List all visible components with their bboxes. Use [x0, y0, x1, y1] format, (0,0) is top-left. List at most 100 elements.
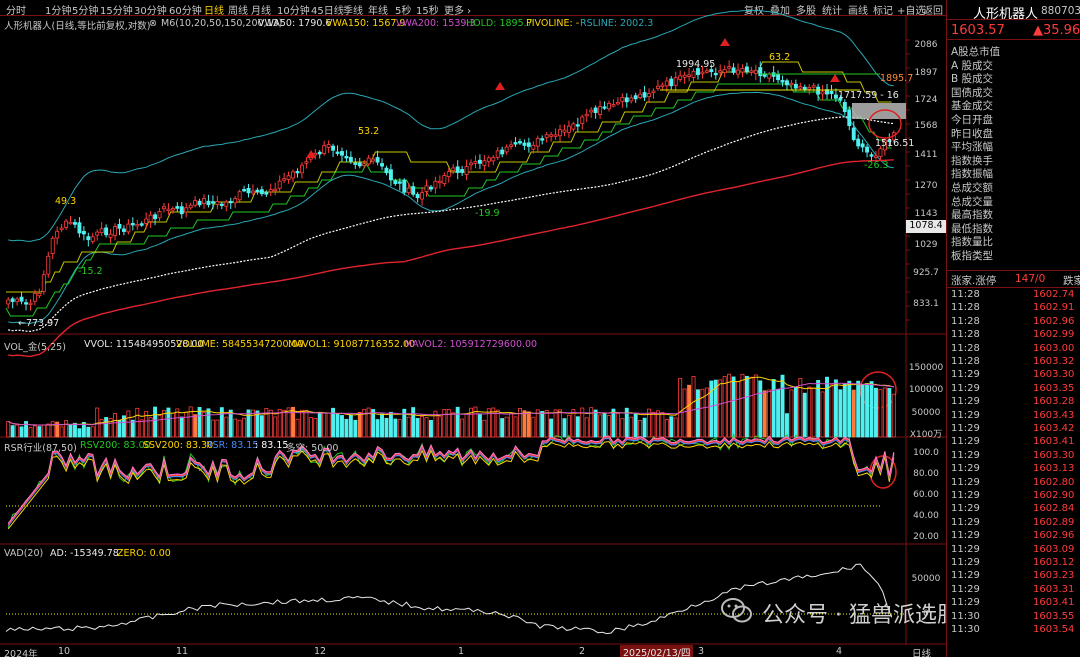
volume-bar [357, 412, 362, 438]
candle-body [678, 75, 683, 80]
candle-body [144, 218, 149, 224]
limit-suffix: 跌家 [1063, 275, 1080, 287]
volume-bar [179, 416, 184, 438]
limit-label: 涨家.涨停 [951, 275, 997, 287]
candle-body [366, 157, 371, 165]
volume-bar [522, 410, 527, 438]
volume-bar [19, 426, 24, 438]
candle-body [148, 214, 153, 222]
tick-time: 11:29 [951, 423, 980, 434]
volume-bar [37, 426, 42, 438]
volume-bar [598, 414, 603, 438]
lower-band [8, 91, 894, 324]
volume-bar [46, 423, 51, 438]
candle-body [184, 207, 189, 213]
candle-body [55, 230, 60, 239]
candle-body [224, 201, 229, 207]
rsr-axis-tick: 80.00 [913, 469, 939, 479]
tick-time: 11:29 [951, 409, 980, 421]
candle-body [86, 236, 91, 241]
volume-bar [558, 409, 562, 438]
volume-bar [673, 417, 678, 438]
candle-body [807, 87, 812, 90]
candle-body [215, 201, 220, 205]
candle-body [833, 94, 838, 99]
volume-bar [166, 407, 171, 438]
volume-bar [722, 376, 727, 438]
volume-bar [295, 418, 300, 438]
candle-body [362, 163, 367, 166]
candle-body [691, 70, 696, 78]
tick-price: 1603.30 [1033, 369, 1075, 381]
volume-bar [460, 418, 465, 438]
candle-body [776, 73, 781, 81]
candle-body [562, 129, 567, 133]
volume-bar [304, 409, 309, 438]
volume-bar [68, 424, 73, 438]
volume-bar [526, 411, 531, 438]
volume-bar [317, 412, 322, 438]
volume-bar [842, 383, 847, 438]
candle-body [433, 180, 438, 189]
candle-body [802, 86, 807, 90]
volume-bar [175, 408, 180, 438]
volume-bar [660, 412, 665, 438]
volume-bar [415, 418, 420, 438]
volume-bar [811, 387, 816, 438]
candle-body [464, 166, 469, 175]
candle-body [64, 220, 69, 228]
candle-body [81, 230, 86, 235]
volume-bar [860, 384, 865, 438]
volume-bar [170, 412, 175, 438]
volume-bar [891, 393, 896, 438]
mavol2-legend: MAVOL2: 105912729600.00 [404, 339, 538, 350]
candle-body [469, 162, 473, 166]
candle-body [348, 156, 353, 162]
volume-bar [669, 416, 674, 438]
candle-body [210, 201, 215, 204]
candle-body [816, 86, 821, 95]
candle-body [24, 302, 28, 305]
index-change: ▲35.96 [1033, 23, 1080, 38]
candle-body [406, 187, 411, 194]
rsr-legend: RSR: 83.15 [206, 440, 259, 451]
candle-body [246, 187, 251, 194]
candle-body [15, 298, 20, 303]
candle-body [282, 178, 287, 181]
volume-bar [482, 419, 487, 438]
volume-bar [28, 427, 33, 438]
volume-bar [340, 415, 344, 438]
candle-body [384, 167, 389, 174]
price-axis-tick: 1270 [914, 181, 938, 191]
zero-legend: ZERO: 0.00 [117, 548, 171, 559]
candle-body [108, 233, 113, 238]
volume-bar [664, 419, 669, 438]
candle-body [130, 223, 135, 226]
date-axis-label: 1 [458, 646, 465, 657]
volume-bar [388, 411, 393, 438]
volume-bar [291, 406, 295, 438]
annotation-m263: -26.3 [864, 160, 889, 171]
candle-body [446, 171, 451, 177]
candle-body [380, 163, 384, 167]
candle-body [233, 198, 238, 204]
volume-bar [544, 410, 549, 438]
tick-time: 11:29 [951, 516, 980, 528]
tick-price: 1602.84 [1033, 503, 1075, 515]
tick-price: 1603.09 [1033, 543, 1075, 555]
vol-label: VOL_金(5,25) [4, 342, 66, 353]
volume-bar [446, 408, 451, 438]
hold-line [5, 83, 892, 317]
tick-time: 11:28 [951, 342, 980, 354]
candle-body [175, 206, 180, 209]
candle-body [420, 192, 425, 200]
candle-body [495, 150, 500, 158]
candle-body [624, 97, 629, 103]
candle-body [491, 157, 496, 162]
volume-bar [655, 410, 660, 438]
candle-body [179, 206, 184, 215]
candle-body [50, 237, 55, 254]
tick-price: 1602.96 [1033, 315, 1075, 327]
candle-body [509, 144, 514, 147]
tick-price: 1603.23 [1033, 570, 1075, 582]
